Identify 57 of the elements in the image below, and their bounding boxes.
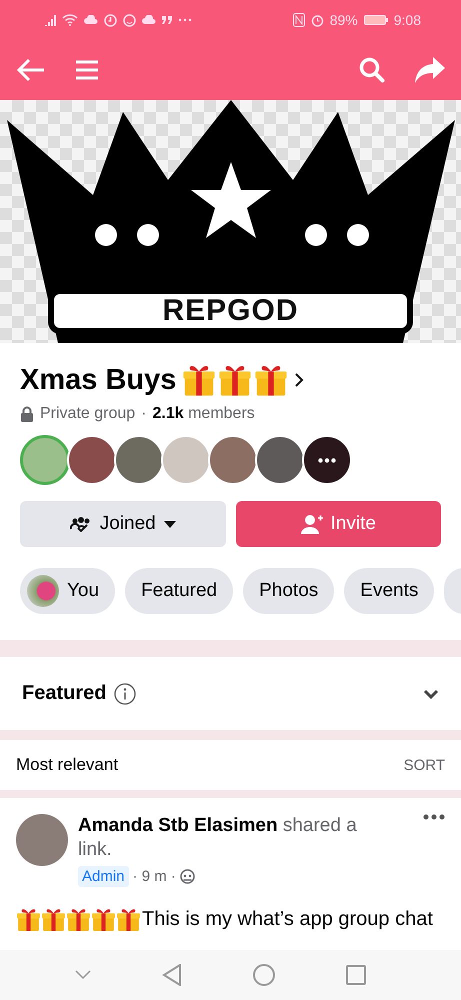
chevron-down-icon[interactable] bbox=[423, 688, 439, 698]
quote-icon bbox=[162, 16, 172, 24]
more-icon[interactable] bbox=[423, 814, 445, 820]
gift-icon bbox=[66, 907, 91, 932]
info-icon[interactable] bbox=[114, 682, 136, 704]
invite-button[interactable]: Invite bbox=[236, 501, 441, 547]
group-name[interactable]: Xmas Buys bbox=[20, 364, 176, 396]
tab-chip[interactable]: Photos bbox=[243, 568, 334, 614]
alarm-icon bbox=[310, 14, 324, 26]
gift-icon bbox=[182, 363, 216, 397]
add-person-icon bbox=[300, 514, 323, 534]
home-icon[interactable] bbox=[252, 964, 275, 986]
tab-chip[interactable]: Featured bbox=[125, 568, 234, 614]
battery-percentage: 89% bbox=[330, 12, 358, 28]
gift-icon bbox=[218, 363, 252, 397]
chevron-right-icon[interactable] bbox=[294, 373, 304, 387]
member-count[interactable]: 2.1k members bbox=[152, 405, 255, 423]
section-title: Featured bbox=[22, 682, 106, 705]
cloud-icon bbox=[142, 15, 156, 25]
recents-icon[interactable] bbox=[346, 965, 366, 985]
signal-icon bbox=[44, 14, 56, 26]
battery-icon bbox=[364, 14, 388, 26]
post-header-text: Amanda Stb Elasimen shared a link. bbox=[78, 814, 358, 862]
admin-badge: Admin bbox=[78, 866, 129, 887]
clock-icon bbox=[104, 14, 117, 26]
more-icon bbox=[318, 458, 336, 462]
joined-button[interactable]: Joined bbox=[20, 501, 226, 547]
post-time: · 9 m · bbox=[132, 868, 176, 885]
more-icon bbox=[178, 18, 192, 22]
menu-icon[interactable] bbox=[76, 59, 98, 81]
tab-chip[interactable]: You bbox=[20, 568, 116, 614]
tab-chip[interactable]: Events bbox=[344, 568, 434, 614]
gift-icon bbox=[41, 907, 66, 932]
profile-picture bbox=[27, 575, 59, 607]
sort-button[interactable]: SORT bbox=[404, 756, 445, 774]
clock-time: 9:08 bbox=[394, 12, 421, 28]
separator-dot: · bbox=[141, 405, 146, 423]
sort-label: Most relevant bbox=[16, 755, 118, 775]
search-icon[interactable] bbox=[359, 57, 385, 83]
back-icon[interactable] bbox=[162, 964, 182, 986]
nfc-icon bbox=[292, 13, 305, 27]
cloud-icon bbox=[84, 15, 98, 25]
caret-icon bbox=[164, 520, 176, 528]
gift-icon bbox=[91, 907, 116, 932]
share-icon[interactable] bbox=[415, 57, 445, 83]
author-avatar[interactable] bbox=[16, 814, 68, 866]
post-text: This is my what’s app group chat bbox=[142, 908, 433, 931]
group-check-icon bbox=[70, 516, 92, 532]
gift-icon bbox=[16, 907, 41, 932]
lock-icon bbox=[20, 406, 34, 422]
gift-icon bbox=[116, 907, 141, 932]
privacy-label: Private group bbox=[40, 405, 136, 423]
wifi-icon bbox=[62, 14, 78, 26]
member-avatar[interactable] bbox=[20, 435, 70, 485]
smiley-icon bbox=[123, 14, 136, 26]
gift-icon bbox=[254, 363, 288, 397]
back-arrow-icon[interactable] bbox=[16, 58, 46, 82]
